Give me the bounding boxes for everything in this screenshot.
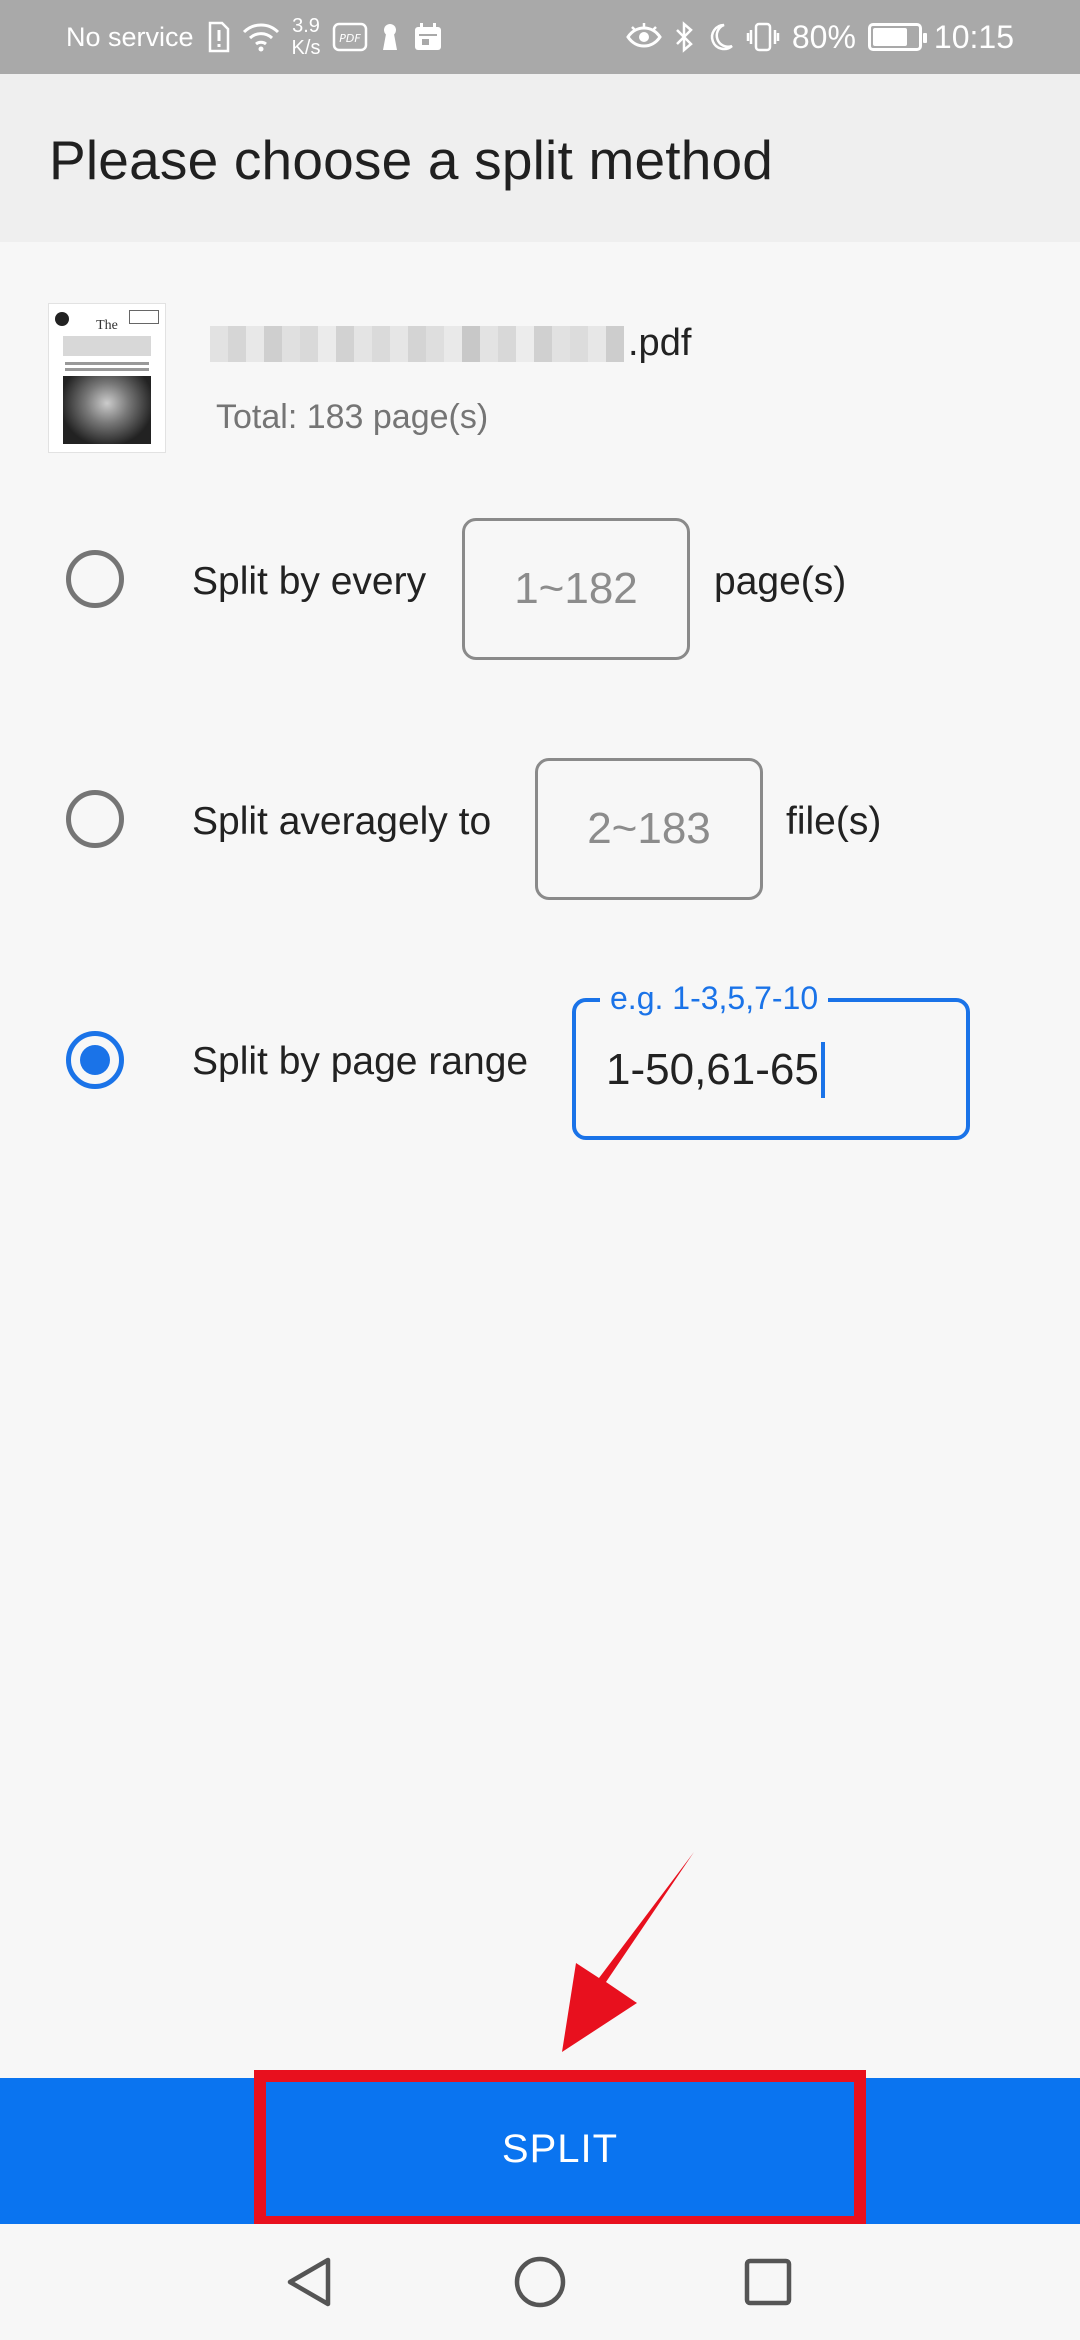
- app-header: Please choose a split method: [0, 74, 1080, 242]
- label-split-averagely[interactable]: Split averagely to: [192, 800, 491, 844]
- radio-split-by-page-range[interactable]: [66, 1031, 124, 1089]
- wifi-icon: [242, 22, 280, 52]
- status-bar: No service 3.9 K/s PDF 80% 10:15: [0, 0, 1080, 74]
- do-not-disturb-moon-icon: [706, 22, 734, 52]
- label-split-by-page-range[interactable]: Split by page range: [192, 1040, 528, 1084]
- speed-value: 3.9: [292, 15, 320, 37]
- file-name: .pdf: [210, 322, 691, 365]
- svg-text:PDF: PDF: [340, 32, 362, 45]
- file-name-redacted: [210, 325, 624, 362]
- keyhole-icon: [380, 21, 400, 53]
- pages-per-file-input[interactable]: 1~182: [462, 518, 690, 660]
- battery-percent: 80%: [791, 18, 856, 55]
- vibrate-icon: [746, 21, 780, 53]
- speed-unit: K/s: [291, 37, 321, 59]
- page-range-value[interactable]: 1-50,61-65: [606, 1042, 825, 1098]
- nav-home-button[interactable]: [480, 2224, 600, 2340]
- carrier-label: No service: [66, 21, 194, 52]
- radio-split-averagely[interactable]: [66, 790, 124, 848]
- eye-comfort-icon: [626, 23, 662, 51]
- nav-recents-button[interactable]: [708, 2224, 828, 2340]
- text-cursor: [820, 1042, 825, 1098]
- page-title: Please choose a split method: [49, 129, 774, 191]
- file-count-input[interactable]: 2~183: [535, 758, 763, 900]
- calendar-icon: [412, 21, 444, 53]
- pdf-thumbnail: The: [48, 303, 166, 453]
- sim-alert-icon: [206, 21, 230, 53]
- file-extension: .pdf: [628, 322, 692, 364]
- nav-back-button[interactable]: [250, 2224, 370, 2340]
- home-circle-icon: [514, 2256, 566, 2308]
- radio-split-by-every[interactable]: [66, 550, 124, 608]
- file-page-count: Total: 183 page(s): [216, 398, 489, 436]
- back-triangle-icon: [287, 2257, 331, 2307]
- page-range-text: 1-50,61-65: [606, 1045, 819, 1094]
- label-split-by-every[interactable]: Split by every: [192, 560, 426, 604]
- recents-square-icon: [744, 2258, 792, 2306]
- pdf-app-icon: PDF: [332, 21, 368, 53]
- network-speed: 3.9 K/s: [292, 15, 321, 59]
- split-button[interactable]: SPLIT: [254, 2070, 866, 2228]
- system-nav-bar: [0, 2224, 1080, 2340]
- pages-suffix-label: page(s): [714, 560, 847, 603]
- bluetooth-icon: [674, 21, 694, 53]
- battery-icon: [867, 23, 927, 51]
- page-range-hint: e.g. 1-3,5,7-10: [600, 980, 829, 1017]
- clock: 10:15: [933, 18, 1014, 55]
- files-suffix-label: file(s): [786, 800, 882, 843]
